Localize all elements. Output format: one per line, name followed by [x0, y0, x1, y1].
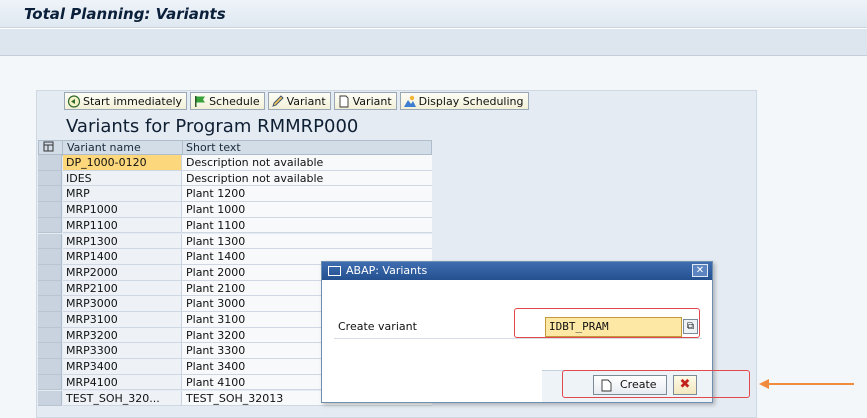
display-scheduling-label: Display Scheduling	[418, 94, 524, 108]
variant-name-cell[interactable]: MRP1300	[63, 233, 182, 250]
variant-name-cell[interactable]: MRP3300	[63, 343, 182, 360]
table-row[interactable]: IDES Description not available	[38, 170, 432, 187]
variant-name-cell[interactable]: MRP3200	[63, 327, 182, 344]
page-title: Variants for Program RMMRP000	[66, 116, 359, 137]
row-selector[interactable]	[38, 327, 62, 344]
short-text-cell: Description not available	[182, 155, 432, 171]
short-text-cell: Plant 1200	[182, 186, 432, 203]
dialog-window-icon	[328, 266, 341, 276]
table-row[interactable]: DP_1000-0120 Description not available	[38, 155, 432, 171]
execute-icon	[67, 94, 81, 108]
variant-toolbar: Start immediately Schedule Variant Varia…	[64, 92, 529, 110]
row-selector[interactable]	[38, 249, 62, 265]
column-header-variant-name[interactable]: Variant name	[64, 141, 183, 156]
pointer-arrow-icon	[759, 379, 854, 389]
row-selector[interactable]	[38, 217, 62, 234]
table-header: Variant name Short text	[38, 140, 432, 156]
row-selector[interactable]	[38, 390, 62, 407]
title-bar: Total Planning: Variants	[0, 0, 867, 28]
variant-name-cell[interactable]: DP_1000-0120	[63, 155, 182, 171]
variant-name-cell[interactable]: IDES	[63, 170, 182, 187]
change-variant-button[interactable]: Variant	[267, 92, 331, 110]
field-underline	[334, 338, 702, 339]
new-document-icon	[339, 95, 349, 107]
row-selector[interactable]	[38, 359, 62, 375]
application-toolbar	[0, 29, 867, 56]
column-header-short-text[interactable]: Short text	[183, 141, 431, 156]
variant-name-cell[interactable]: MRP4100	[63, 374, 182, 391]
close-icon[interactable]: ✕	[692, 264, 708, 277]
short-text-cell: Plant 1300	[182, 233, 432, 250]
row-selector[interactable]	[38, 312, 62, 328]
variant-name-cell[interactable]: MRP2100	[63, 280, 182, 297]
row-selector[interactable]	[38, 186, 62, 203]
flag-icon	[195, 95, 206, 107]
new-variant-button[interactable]: Variant	[333, 92, 397, 110]
variant-name-cell[interactable]: MRP	[63, 186, 182, 203]
variant-name-cell[interactable]: MRP2000	[63, 264, 182, 281]
window-title: Total Planning: Variants	[24, 5, 226, 23]
table-row[interactable]: MRP1000 Plant 1000	[38, 202, 432, 218]
scheduling-icon	[403, 95, 416, 107]
new-variant-label: Variant	[352, 94, 392, 108]
variant-name-cell[interactable]: MRP1000	[63, 202, 182, 218]
dialog-title-bar: ABAP: Variants ✕	[322, 262, 712, 280]
row-selector[interactable]	[38, 233, 62, 250]
create-variant-label: Create variant	[338, 320, 417, 333]
table-settings-icon[interactable]	[39, 141, 63, 156]
start-immediately-button[interactable]: Start immediately	[64, 92, 188, 110]
highlight-create-buttons	[562, 370, 750, 398]
schedule-button[interactable]: Schedule	[190, 92, 265, 110]
start-immediately-label: Start immediately	[83, 94, 183, 108]
table-row[interactable]: MRP1100 Plant 1100	[38, 217, 432, 234]
variant-name-cell[interactable]: MRP1100	[63, 217, 182, 234]
pencil-icon	[271, 94, 284, 107]
variant-name-cell[interactable]: MRP3400	[63, 359, 182, 375]
short-text-cell: Plant 1000	[182, 202, 432, 218]
variant-name-cell[interactable]: MRP3100	[63, 312, 182, 328]
short-text-cell: Plant 1100	[182, 217, 432, 234]
short-text-cell: Description not available	[182, 170, 432, 187]
table-row[interactable]: MRP Plant 1200	[38, 186, 432, 203]
variant-name-cell[interactable]: MRP1400	[63, 249, 182, 265]
row-selector[interactable]	[38, 155, 62, 171]
row-selector[interactable]	[38, 170, 62, 187]
row-selector[interactable]	[38, 343, 62, 360]
row-selector[interactable]	[38, 280, 62, 297]
row-selector[interactable]	[38, 264, 62, 281]
row-selector[interactable]	[38, 202, 62, 218]
schedule-label: Schedule	[209, 94, 260, 108]
highlight-variant-input	[514, 308, 700, 338]
row-selector[interactable]	[38, 296, 62, 312]
variant-name-cell[interactable]: TEST_SOH_320...	[63, 390, 182, 407]
dialog-title: ABAP: Variants	[346, 264, 428, 277]
row-selector[interactable]	[38, 374, 62, 391]
display-scheduling-button[interactable]: Display Scheduling	[399, 92, 529, 110]
table-row[interactable]: MRP1300 Plant 1300	[38, 233, 432, 250]
change-variant-label: Variant	[286, 94, 326, 108]
variant-name-cell[interactable]: MRP3000	[63, 296, 182, 312]
